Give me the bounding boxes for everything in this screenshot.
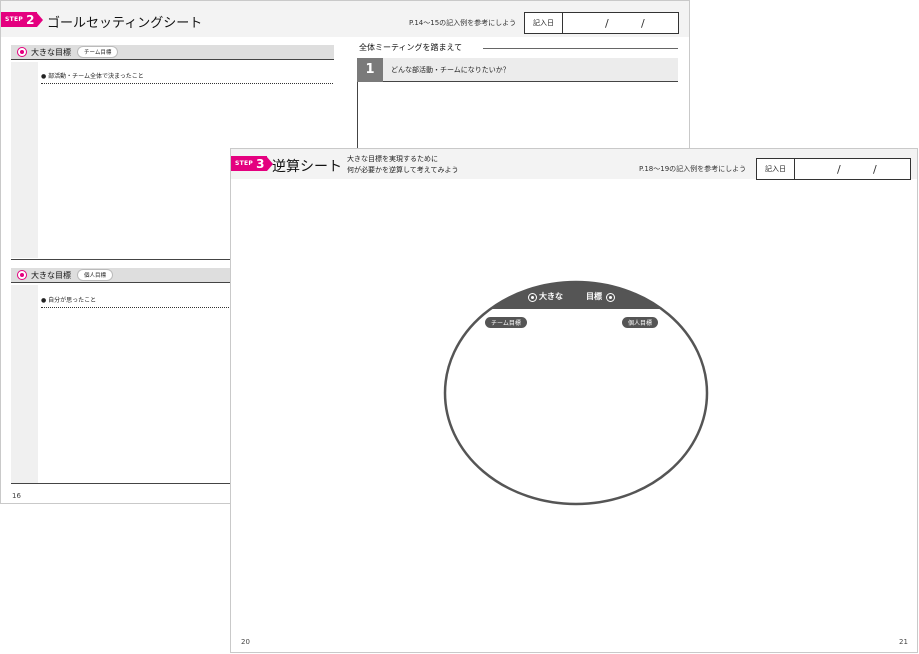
team-goal-prompt: ● 部活動・チーム全体で決まったこと (41, 73, 144, 80)
step-badge: STEP 2 (1, 12, 43, 27)
oval-title-left: 大きな (539, 292, 563, 301)
page-subtitle-1: 大きな目標を実現するために (347, 155, 438, 163)
section-title: 大きな目標 (31, 270, 71, 280)
date-field[interactable]: 記入日 / / (524, 12, 679, 34)
page-title: ゴールセッティングシート (47, 16, 203, 31)
question-number: 1 (357, 57, 383, 82)
tag-team-goal: チーム目標 (77, 46, 119, 58)
step-number: 2 (26, 12, 35, 27)
side-stripe (11, 62, 38, 258)
step-label: STEP (235, 160, 254, 167)
target-icon (17, 47, 27, 57)
date-label: 記入日 (757, 159, 795, 179)
date-label: 記入日 (525, 13, 563, 33)
writing-line[interactable] (41, 83, 333, 84)
step-badge: STEP 3 (231, 156, 273, 171)
page-number: 16 (12, 492, 21, 500)
reference-note: P.14〜15の記入例を参考にしよう (409, 19, 517, 27)
target-icon (606, 293, 615, 302)
date-separator: / (873, 163, 877, 176)
date-separator: / (605, 17, 609, 30)
date-separator: / (837, 163, 841, 176)
column-rule (357, 82, 358, 152)
heading-rule (483, 48, 678, 49)
tag-personal-goal: 個人目標 (77, 269, 114, 281)
page-subtitle-2: 何が必要かを逆算して考えてみよう (347, 166, 459, 174)
page-number-right: 21 (899, 638, 908, 646)
step-number: 3 (256, 156, 265, 171)
question-text: どんな部活動・チームになりたいか？ (391, 65, 510, 74)
oval-title-right: 目標 (586, 292, 602, 301)
reference-note: P.18〜19の記入例を参考にしよう (639, 165, 747, 173)
target-icon (528, 293, 537, 302)
section-team-goal: 大きな目標 チーム目標 (11, 45, 334, 60)
date-separator: / (641, 17, 645, 30)
front-sheet: STEP 3 逆算シート 大きな目標を実現するために 何が必要かを逆算して考えて… (230, 148, 918, 653)
page-title: 逆算シート (272, 159, 342, 175)
date-field[interactable]: 記入日 / / (756, 158, 911, 180)
question-row: 1 どんな部活動・チームになりたいか？ (357, 57, 678, 82)
goal-oval (443, 280, 709, 506)
meeting-heading: 全体ミーティングを踏まえて (359, 43, 463, 52)
side-stripe (11, 285, 38, 483)
personal-goal-prompt: ● 自分が思ったこと (41, 297, 97, 304)
target-icon (17, 270, 27, 280)
tag-personal-goal: 個人目標 (622, 317, 659, 328)
step-arrow-icon (36, 12, 43, 27)
step-label: STEP (5, 16, 24, 23)
page-number-left: 20 (241, 638, 250, 646)
tag-team-goal: チーム目標 (485, 317, 527, 328)
section-title: 大きな目標 (31, 47, 71, 57)
